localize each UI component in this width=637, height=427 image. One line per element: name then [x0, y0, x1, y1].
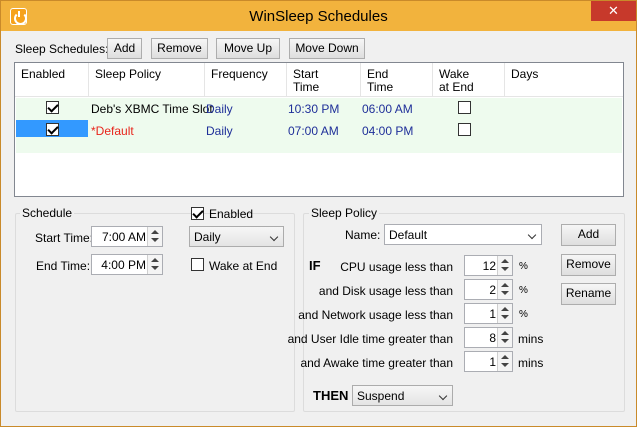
idle-unit: mins: [518, 332, 544, 346]
remove-schedule-button[interactable]: Remove: [151, 38, 208, 59]
row-policy: *Default: [91, 124, 134, 138]
sleep-policy-group-title: Sleep Policy: [309, 206, 380, 220]
spin-down-icon[interactable]: [151, 266, 159, 270]
idle-threshold-value: 8: [489, 331, 496, 345]
sleep-schedules-label: Sleep Schedules:: [15, 42, 109, 56]
then-action-value: Suspend: [357, 389, 405, 403]
schedule-enabled-label: Enabled: [209, 207, 254, 221]
end-time-picker[interactable]: 4:00 PM: [91, 254, 163, 275]
cpu-threshold-spinner[interactable]: [497, 256, 512, 275]
move-up-button[interactable]: Move Up: [216, 38, 280, 59]
start-time-spinner[interactable]: [147, 227, 162, 246]
row-enabled-checkbox[interactable]: [46, 101, 59, 114]
row-enabled-checkbox[interactable]: [46, 123, 59, 136]
spin-up-icon[interactable]: [151, 258, 159, 262]
spin-down-icon[interactable]: [501, 363, 509, 367]
add-policy-button[interactable]: Add: [561, 224, 616, 246]
chevron-down-icon: [269, 232, 279, 242]
start-time-picker[interactable]: 7:00 AM: [91, 226, 163, 247]
cpu-unit: %: [519, 261, 528, 272]
spin-up-icon[interactable]: [501, 355, 509, 359]
network-unit: %: [519, 309, 528, 320]
schedule-group-title: Schedule: [20, 206, 75, 220]
awake-condition-label: and Awake time greater than: [300, 356, 453, 370]
row-frequency: Daily: [206, 124, 233, 138]
rename-policy-button[interactable]: Rename: [561, 283, 616, 305]
title-bar[interactable]: WinSleep Schedules ✕: [1, 1, 636, 31]
spin-down-icon[interactable]: [501, 291, 509, 295]
column-days[interactable]: Days: [505, 63, 623, 97]
move-down-button[interactable]: Move Down: [289, 38, 365, 59]
column-frequency[interactable]: Frequency: [205, 63, 287, 97]
remove-policy-button[interactable]: Remove: [561, 254, 616, 276]
network-condition-label: and Network usage less than: [298, 308, 453, 322]
spin-up-icon[interactable]: [151, 230, 159, 234]
row-wake-checkbox[interactable]: [458, 101, 471, 114]
cpu-condition-label: CPU usage less than: [340, 260, 453, 274]
awake-threshold-spinner[interactable]: [497, 352, 512, 371]
idle-threshold-spinner[interactable]: [497, 328, 512, 347]
disk-threshold-value: 2: [489, 283, 496, 297]
disk-threshold-spinner[interactable]: [497, 280, 512, 299]
start-time-label: Start Time:: [35, 231, 94, 245]
column-end-time[interactable]: End Time: [361, 63, 433, 97]
awake-threshold-stepper[interactable]: 1: [464, 351, 513, 372]
column-enabled[interactable]: Enabled: [15, 63, 89, 97]
schedules-list[interactable]: Enabled Sleep Policy Frequency Start Time…: [14, 62, 624, 197]
spin-down-icon[interactable]: [501, 339, 509, 343]
winsleep-window: WinSleep Schedules ✕ Sleep Schedules: Ad…: [0, 0, 637, 427]
spin-down-icon[interactable]: [501, 267, 509, 271]
end-time-value: 4:00 PM: [101, 258, 146, 272]
spin-down-icon[interactable]: [151, 238, 159, 242]
policy-name-label: Name:: [345, 228, 381, 242]
spin-up-icon[interactable]: [501, 259, 509, 263]
row-end-time: 06:00 AM: [362, 102, 413, 116]
cpu-threshold-stepper[interactable]: 12: [464, 255, 513, 276]
network-threshold-spinner[interactable]: [497, 304, 512, 323]
idle-condition-label: and User Idle time greater than: [287, 332, 453, 346]
spin-down-icon[interactable]: [501, 315, 509, 319]
row-frequency: Daily: [206, 102, 233, 116]
spin-up-icon[interactable]: [501, 283, 509, 287]
policy-name-value: Default: [389, 228, 428, 242]
frequency-value: Daily: [194, 230, 221, 244]
disk-unit: %: [519, 285, 528, 296]
chevron-down-icon: [527, 230, 537, 240]
disk-threshold-stepper[interactable]: 2: [464, 279, 513, 300]
end-time-spinner[interactable]: [147, 255, 162, 274]
disk-condition-label: and Disk usage less than: [318, 284, 453, 298]
wake-at-end-label: Wake at End: [209, 259, 278, 273]
close-button[interactable]: ✕: [591, 1, 636, 21]
schedules-list-header: Enabled Sleep Policy Frequency Start Time…: [15, 63, 623, 97]
spin-up-icon[interactable]: [501, 331, 509, 335]
then-action-select[interactable]: Suspend: [352, 385, 453, 406]
awake-threshold-value: 1: [489, 355, 496, 369]
row-start-time: 07:00 AM: [288, 124, 339, 138]
network-threshold-value: 1: [489, 307, 496, 321]
spin-up-icon[interactable]: [501, 307, 509, 311]
end-time-label: End Time:: [36, 259, 91, 273]
frequency-select[interactable]: Daily: [189, 226, 284, 247]
schedule-enabled-checkbox[interactable]: [191, 207, 204, 220]
idle-threshold-stepper[interactable]: 8: [464, 327, 513, 348]
wake-at-end-checkbox[interactable]: [191, 258, 204, 271]
network-threshold-stepper[interactable]: 1: [464, 303, 513, 324]
row-policy: Deb's XBMC Time Slot: [91, 102, 213, 116]
awake-unit: mins: [518, 356, 544, 370]
start-time-value: 7:00 AM: [101, 230, 146, 244]
if-label: IF: [309, 258, 321, 273]
column-sleep-policy[interactable]: Sleep Policy: [89, 63, 205, 97]
then-label: THEN: [313, 388, 349, 403]
window-title: WinSleep Schedules: [249, 8, 388, 25]
chevron-down-icon: [438, 391, 448, 401]
column-wake-at-end[interactable]: Wake at End: [433, 63, 505, 97]
row-end-time: 04:00 PM: [362, 124, 414, 138]
row-wake-checkbox[interactable]: [458, 123, 471, 136]
row-start-time: 10:30 PM: [288, 102, 340, 116]
cpu-threshold-value: 12: [482, 259, 496, 273]
policy-name-select[interactable]: Default: [384, 224, 542, 245]
column-start-time[interactable]: Start Time: [287, 63, 361, 97]
add-schedule-button[interactable]: Add: [107, 38, 142, 59]
